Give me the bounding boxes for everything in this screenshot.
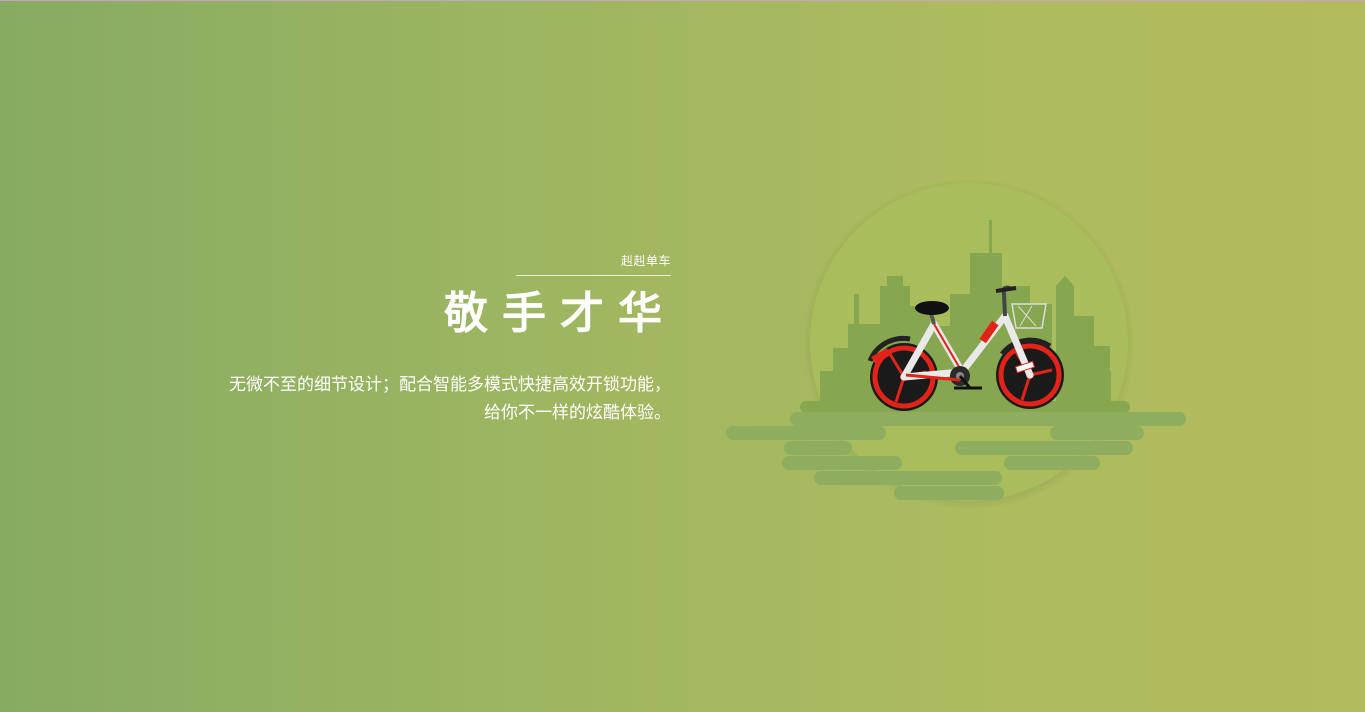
city-scene xyxy=(726,178,1186,510)
hero-description: 无微不至的细节设计；配合智能多模式快捷高效开锁功能，给你不一样的炫酷体验。 xyxy=(229,375,671,423)
hero-section: 赳赳单车 敬手才华 无微不至的细节设计；配合智能多模式快捷高效开锁功能，给你不一… xyxy=(0,0,1365,712)
bike-illustration xyxy=(720,176,1190,521)
ground-base xyxy=(800,401,1130,413)
hero-headline: 敬手才华 xyxy=(444,288,676,339)
brand-label: 赳赳单车 xyxy=(516,252,671,276)
